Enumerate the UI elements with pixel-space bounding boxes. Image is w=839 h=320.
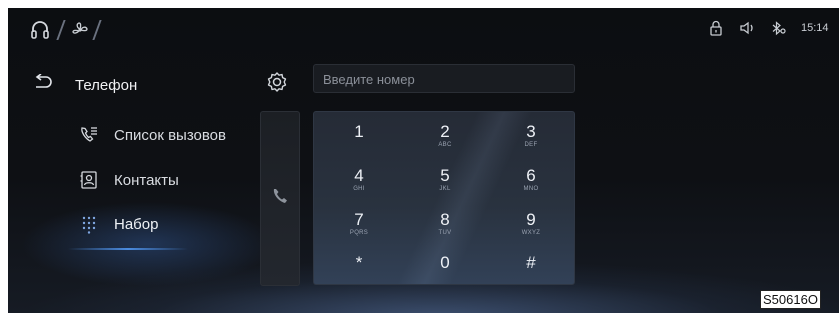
- key-3[interactable]: 3 DEF: [488, 112, 574, 154]
- dialpad: 1 2 ABC 3 DEF 4 GHI 5 JKL 6 MNO 7 PQRS 8 TUV 9W…: [313, 111, 575, 285]
- menu-item-label: Список вызовов: [114, 126, 226, 144]
- key-digit: 3: [526, 122, 536, 141]
- key-0[interactable]: 0: [402, 240, 488, 282]
- contacts-icon: [78, 169, 100, 191]
- key-letters: DEF: [524, 142, 538, 148]
- mode-divider: [92, 20, 102, 40]
- key-digit: 4: [354, 166, 364, 185]
- headphones-icon[interactable]: [28, 18, 52, 42]
- key-letters: ABC: [438, 142, 452, 148]
- key-letters: JKL: [439, 186, 451, 192]
- phone-icon: [271, 187, 289, 210]
- key-letters: WXYZ: [521, 230, 541, 236]
- menu-item-call-log[interactable]: Список вызовов: [78, 121, 226, 149]
- key-letters: MNO: [523, 186, 539, 192]
- dialpad-icon: [78, 213, 100, 235]
- phone-number-input[interactable]: Введите номер: [313, 64, 575, 93]
- key-digit: 5: [440, 166, 450, 185]
- key-digit: #: [526, 253, 536, 272]
- phone-number-placeholder: Введите номер: [323, 72, 415, 87]
- gear-icon[interactable]: [266, 71, 288, 98]
- mode-divider: [56, 20, 66, 40]
- key-digit: 6: [526, 166, 536, 185]
- key-7[interactable]: 7 PQRS: [316, 200, 402, 242]
- key-digit: 9: [526, 210, 536, 229]
- key-9[interactable]: 9 WXYZ: [488, 200, 574, 242]
- key-letters: TUV: [438, 230, 452, 236]
- key-6[interactable]: 6 MNO: [488, 156, 574, 198]
- key-4[interactable]: 4 GHI: [316, 156, 402, 198]
- figure-code: S50616O: [760, 290, 821, 309]
- infotainment-screen: 15:14 Телефон Введите номер Список вызов…: [8, 8, 839, 313]
- key-star[interactable]: *: [316, 240, 402, 282]
- call-log-icon: [78, 124, 100, 146]
- clock: 15:14: [801, 22, 829, 34]
- figure-frame: 15:14 Телефон Введите номер Список вызов…: [0, 0, 839, 320]
- key-8[interactable]: 8 TUV: [402, 200, 488, 242]
- key-2[interactable]: 2 ABC: [402, 112, 488, 154]
- menu-item-label: Набор: [114, 215, 159, 233]
- key-1[interactable]: 1: [316, 112, 402, 154]
- menu-item-contacts[interactable]: Контакты: [78, 166, 179, 194]
- page-title: Телефон: [75, 77, 138, 94]
- fan-icon[interactable]: [68, 18, 92, 42]
- key-letters: GHI: [353, 186, 365, 192]
- call-button[interactable]: [260, 111, 300, 286]
- key-hash[interactable]: #: [488, 240, 574, 282]
- lock-icon: [709, 20, 723, 41]
- menu-item-label: Контакты: [114, 171, 179, 189]
- key-digit: 1: [354, 122, 364, 141]
- key-digit: 8: [440, 210, 450, 229]
- key-digit: 2: [440, 122, 450, 141]
- menu-item-dialpad[interactable]: Набор: [78, 210, 158, 238]
- back-arrow-icon[interactable]: [33, 73, 53, 95]
- key-letters: PQRS: [349, 230, 369, 236]
- key-5[interactable]: 5 JKL: [402, 156, 488, 198]
- volume-icon: [739, 21, 757, 40]
- key-digit: *: [355, 253, 363, 272]
- key-digit: 7: [354, 210, 364, 229]
- bluetooth-icon: [770, 21, 788, 41]
- key-digit: 0: [440, 253, 450, 272]
- active-indicator: [68, 248, 188, 250]
